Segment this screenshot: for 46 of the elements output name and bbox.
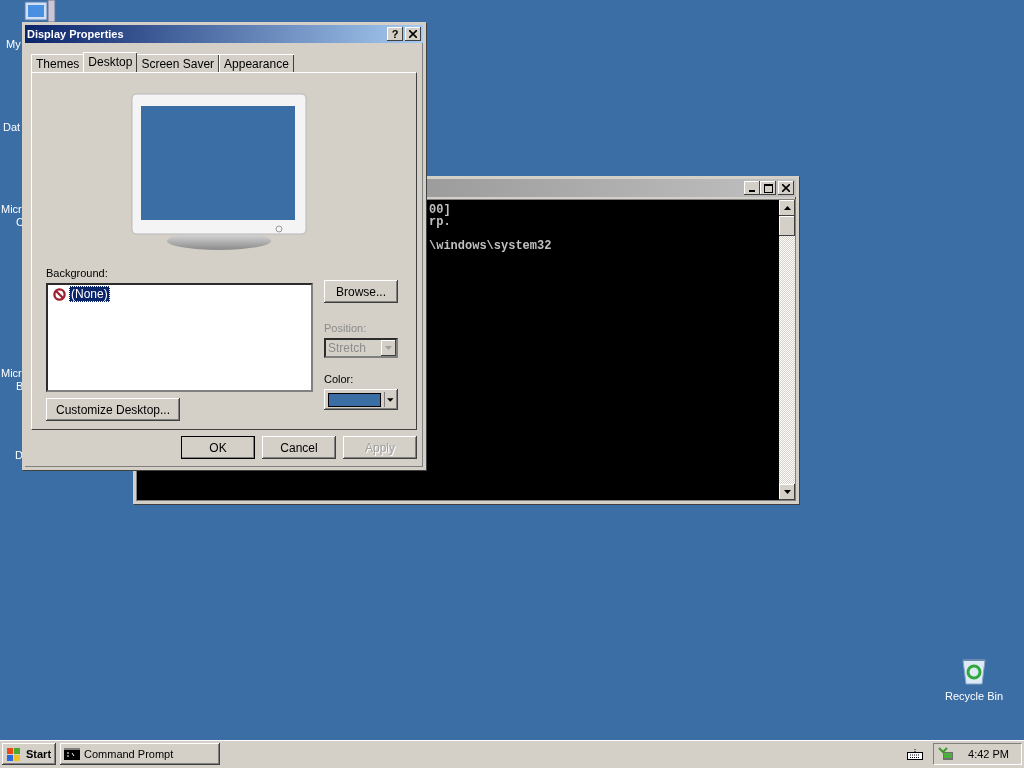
console-icon — [64, 748, 80, 760]
console-text: rp. — [429, 216, 451, 228]
color-label: Color: — [324, 373, 354, 385]
close-button[interactable] — [778, 181, 794, 195]
windows-logo-icon — [6, 746, 22, 762]
computer-icon[interactable] — [24, 0, 56, 22]
tab[interactable]: Desktop — [83, 52, 138, 72]
scrollbar[interactable] — [779, 200, 795, 500]
tab[interactable]: Appearance — [219, 54, 294, 72]
desktop-icon-label[interactable]: Dat — [3, 121, 22, 134]
console-text: \windows\system32 — [429, 240, 552, 252]
desktop-icon-label[interactable]: Recycle Bin — [944, 690, 1004, 702]
up-arrow-icon[interactable] — [783, 206, 791, 210]
color-picker[interactable] — [324, 389, 398, 410]
desktop-icon-label[interactable]: My — [6, 38, 25, 51]
tab[interactable]: Screen Saver — [136, 54, 220, 72]
list-item[interactable]: (None) — [69, 286, 110, 302]
keyboard-icon[interactable] — [907, 748, 924, 760]
recycle-bin-icon[interactable] — [960, 656, 988, 686]
close-button[interactable] — [405, 27, 421, 41]
scroll-thumb[interactable] — [779, 216, 795, 236]
minimize-button[interactable] — [744, 181, 760, 195]
console-text: 00] — [429, 204, 451, 216]
dialog-button[interactable]: OK — [181, 436, 255, 459]
taskbar-button[interactable]: Command Prompt — [60, 743, 220, 765]
browse-button[interactable]: Browse... — [324, 280, 398, 303]
window-title: Display Properties — [27, 28, 125, 40]
customize-desktop-button[interactable]: Customize Desktop... — [46, 398, 180, 421]
close-icon — [782, 184, 790, 192]
tab[interactable]: Themes — [31, 54, 85, 72]
close-icon — [409, 30, 417, 38]
background-list[interactable]: (None) — [46, 283, 313, 392]
network-icon[interactable] — [938, 746, 955, 762]
down-arrow-icon[interactable] — [783, 490, 791, 494]
position-label: Position: — [324, 322, 367, 334]
dialog-button[interactable]: Cancel — [262, 436, 336, 459]
clock[interactable]: 4:42 PM — [968, 748, 1009, 760]
background-label: Background: — [46, 267, 108, 279]
desktop-icon-label[interactable]: Micr B — [1, 367, 20, 393]
maximize-button[interactable] — [760, 181, 776, 195]
no-symbol-icon — [53, 287, 66, 301]
dropdown-arrow-icon — [387, 397, 394, 402]
start-button[interactable]: Start — [2, 743, 56, 765]
help-button[interactable]: ? — [387, 27, 403, 41]
maximize-icon — [763, 183, 773, 193]
dropdown-arrow-icon — [385, 346, 392, 350]
